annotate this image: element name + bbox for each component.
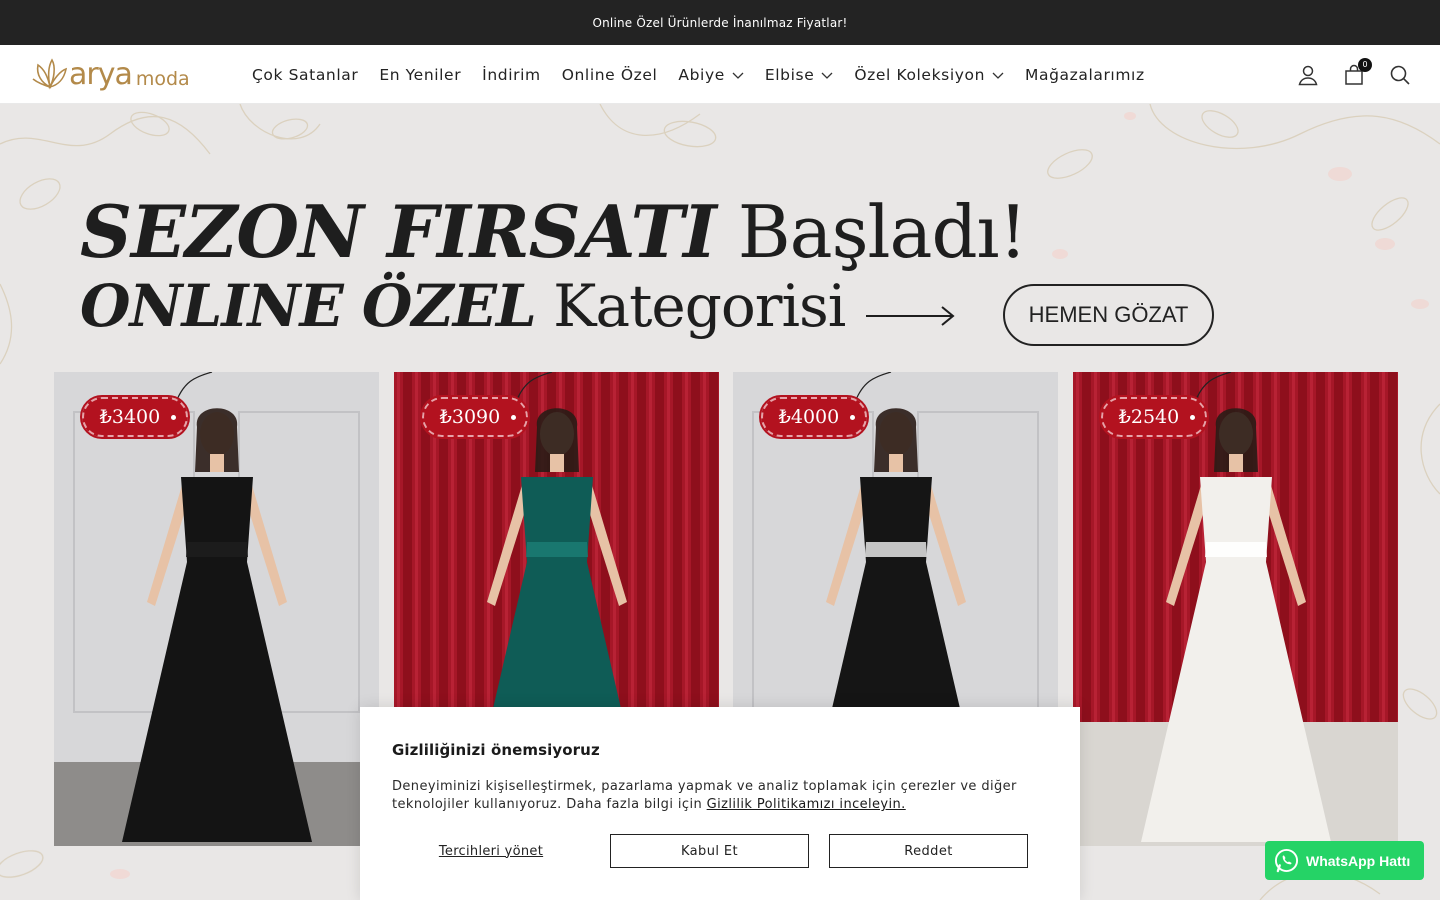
product-card[interactable]: ₺3400 (54, 372, 379, 846)
nav-item-label: Mağazalarımız (1025, 65, 1145, 84)
price-tag: ₺3400 (80, 395, 190, 439)
nav-item[interactable]: Elbise (765, 66, 833, 84)
nav-item[interactable]: En Yeniler (379, 66, 461, 84)
logo-leaf-icon (32, 58, 68, 90)
search-icon[interactable] (1388, 63, 1412, 87)
logo-subtext: moda (135, 67, 190, 90)
nav-item[interactable]: Özel Koleksiyon (854, 66, 1004, 84)
logo-wordmark: arya (69, 57, 133, 92)
arrow-right-icon (866, 306, 955, 326)
cookie-consent-panel: Gizliliğinizi önemsiyoruz Deneyiminizi k… (360, 707, 1080, 900)
hero-subheadline-bold: ONLINE ÖZEL (80, 272, 537, 340)
hero-subheadline: ONLINE ÖZEL Kategorisi (80, 277, 846, 335)
product-card[interactable]: ₺2540 (1073, 372, 1398, 846)
hero-headline: SEZON FIRSATI Başladı! (80, 196, 1028, 269)
nav-item[interactable]: Çok Satanlar (252, 66, 358, 84)
chevron-down-icon (732, 72, 744, 79)
logo[interactable]: arya moda (32, 55, 217, 95)
announcement-bar: Online Özel Ürünlerde İnanılmaz Fiyatlar… (0, 0, 1440, 45)
tag-string (1194, 372, 1232, 402)
nav-item[interactable]: İndirim (482, 66, 541, 84)
header-actions: 0 (1274, 58, 1412, 87)
whatsapp-button[interactable]: WhatsApp Hattı (1265, 841, 1424, 880)
chevron-down-icon (992, 72, 1004, 79)
cookie-text-body: Deneyiminizi kişiselleştirmek, pazarlama… (392, 779, 1017, 812)
tag-string (175, 372, 213, 402)
site-header: arya moda Çok Satanlar En Yeniler İndirim O… (0, 45, 1440, 104)
nav-item-label: Abiye (678, 65, 725, 84)
nav-item[interactable]: Mağazalarımız (1025, 66, 1145, 84)
nav-item-label: Özel Koleksiyon (854, 65, 986, 84)
hero-headline-bold: SEZON FIRSATI (80, 189, 717, 274)
chevron-down-icon (821, 72, 833, 79)
whatsapp-label: WhatsApp Hattı (1306, 852, 1411, 869)
user-icon[interactable] (1296, 63, 1320, 87)
hero-subheadline-rest: Kategorisi (535, 272, 846, 340)
reject-cookies-button[interactable]: Reddet (829, 834, 1028, 868)
tag-string (515, 372, 553, 402)
whatsapp-icon (1274, 848, 1299, 873)
cookie-text: Deneyiminizi kişiselleştirmek, pazarlama… (392, 778, 1022, 814)
nav-item-label: Elbise (764, 65, 815, 84)
nav-item-label: Çok Satanlar (252, 65, 359, 84)
privacy-policy-link[interactable]: Gizlilik Politikamızı inceleyin. (707, 797, 906, 812)
price-tag: ₺4000 (759, 395, 869, 439)
tag-string (854, 372, 892, 402)
main-nav: Çok Satanlar En Yeniler İndirim Online Özel… (252, 45, 1166, 104)
nav-item-label: Online Özel (561, 65, 658, 84)
nav-item[interactable]: Abiye (678, 65, 744, 84)
accept-cookies-button[interactable]: Kabul Et (610, 834, 809, 868)
announcement-text: Online Özel Ürünlerde İnanılmaz Fiyatlar… (592, 15, 848, 30)
cookie-title: Gizliliğinizi önemsiyoruz (392, 741, 600, 759)
nav-item[interactable]: Online Özel (562, 66, 658, 84)
price-tag: ₺3090 (420, 395, 530, 439)
cookie-actions: Tercihleri yönet Kabul Et Reddet (392, 834, 1048, 868)
product-image (1073, 372, 1398, 846)
price-tag: ₺2540 (1099, 395, 1209, 439)
cart-count-badge: 0 (1358, 58, 1372, 72)
hero-cta-button[interactable]: HEMEN GÖZAT (1003, 284, 1214, 346)
manage-preferences-button[interactable]: Tercihleri yönet (392, 834, 590, 868)
product-image (54, 372, 379, 846)
cart-icon[interactable]: 0 (1342, 58, 1372, 87)
nav-item-label: İndirim (482, 65, 541, 84)
hero-headline-rest: Başladı! (715, 190, 1028, 274)
nav-item-label: En Yeniler (379, 65, 462, 84)
